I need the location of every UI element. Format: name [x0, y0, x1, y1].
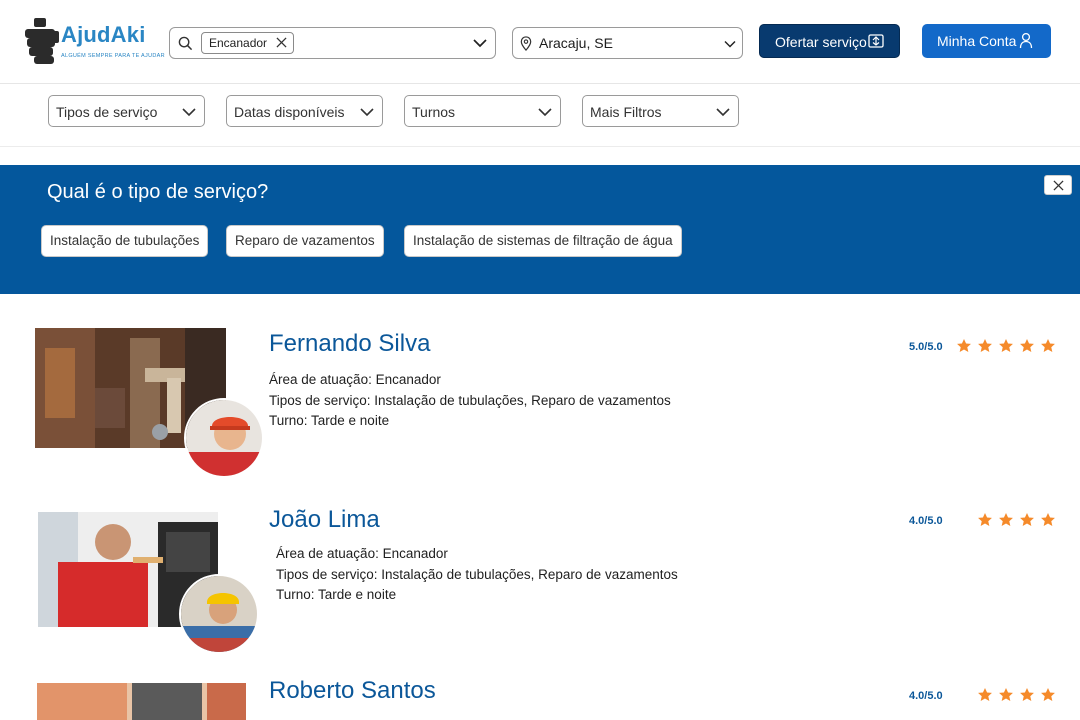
avatar — [184, 398, 264, 478]
star-icon — [999, 339, 1013, 352]
search-chip[interactable]: Encanador — [201, 32, 295, 54]
logo[interactable]: AjudAki ALGUÉM SEMPRE PARA TE AJUDAR — [24, 17, 165, 65]
provider-info: Área de atuação: Encanador Tipos de serv… — [269, 370, 671, 432]
star-icon — [978, 513, 992, 526]
service-photo — [37, 683, 246, 720]
provider-area: Área de atuação: Encanador — [269, 372, 441, 387]
rating-score: 4.0/5.0 — [909, 690, 943, 702]
search-icon — [178, 36, 193, 51]
offer-service-button[interactable]: Ofertar serviço — [759, 24, 900, 58]
filter-available-dates[interactable]: Datas disponíveis — [226, 95, 383, 127]
logo-hand-icon — [25, 18, 59, 64]
filter-label: Tipos de serviço — [56, 104, 158, 120]
rating-stars — [977, 687, 1056, 703]
result-card[interactable]: João Lima Área de atuação: Encanador Tip… — [0, 474, 1080, 654]
provider-shift: Turno: Tarde e noite — [269, 413, 390, 428]
star-icon — [1041, 513, 1055, 526]
banner-close-button[interactable] — [1044, 175, 1072, 195]
provider-name[interactable]: João Lima — [269, 506, 380, 534]
service-option[interactable]: Reparo de vazamentos — [226, 225, 384, 257]
star-icon — [957, 339, 971, 352]
filter-shifts[interactable]: Turnos — [404, 95, 561, 127]
chevron-down-icon[interactable] — [473, 37, 487, 49]
close-icon — [1053, 180, 1064, 191]
my-account-button[interactable]: Minha Conta — [922, 24, 1051, 58]
chevron-down-icon — [360, 108, 374, 117]
result-card[interactable]: Roberto Santos 4.0/5.0 — [0, 650, 1080, 720]
rating-stars — [977, 512, 1056, 528]
star-icon — [978, 688, 992, 701]
star-icon — [1041, 339, 1055, 352]
rating-score: 4.0/5.0 — [909, 515, 943, 527]
service-option[interactable]: Instalação de tubulações — [41, 225, 209, 257]
filter-label: Datas disponíveis — [234, 104, 345, 120]
filter-label: Mais Filtros — [590, 104, 662, 120]
top-header: AjudAki ALGUÉM SEMPRE PARA TE AJUDAR Enc… — [0, 0, 1080, 84]
provider-services: Tipos de serviço: Instalação de tubulaçõ… — [269, 392, 671, 408]
star-icon — [1020, 339, 1034, 352]
filter-label: Turnos — [412, 104, 456, 120]
filter-bar: Tipos de serviço Datas disponíveis Turno… — [0, 84, 1080, 147]
offer-service-label: Ofertar serviço — [775, 34, 867, 50]
star-icon — [1020, 513, 1034, 526]
service-type-banner: Qual é o tipo de serviço? Instalação de … — [0, 165, 1080, 294]
star-icon — [978, 339, 992, 352]
provider-info: Área de atuação: Encanador Tipos de serv… — [276, 544, 678, 606]
logo-name: AjudAki — [61, 22, 146, 47]
logo-tagline: ALGUÉM SEMPRE PARA TE AJUDAR — [61, 53, 165, 59]
location-select[interactable]: Aracaju, SE — [512, 27, 743, 59]
rating-score: 5.0/5.0 — [909, 341, 943, 353]
star-icon — [999, 513, 1013, 526]
offer-icon — [868, 34, 884, 48]
my-account-label: Minha Conta — [937, 33, 1017, 49]
location-value: Aracaju, SE — [539, 35, 613, 51]
star-icon — [1020, 688, 1034, 701]
chevron-down-icon — [538, 108, 552, 117]
chevron-down-icon — [724, 40, 736, 48]
search-chip-label: Encanador — [209, 36, 268, 50]
filter-service-types[interactable]: Tipos de serviço — [48, 95, 205, 127]
provider-name[interactable]: Fernando Silva — [269, 330, 430, 358]
location-pin-icon — [520, 36, 532, 51]
result-card[interactable]: Fernando Silva Área de atuação: Encanado… — [0, 294, 1080, 478]
chevron-down-icon — [182, 108, 196, 117]
chevron-down-icon — [716, 108, 730, 117]
provider-area: Área de atuação: Encanador — [276, 546, 448, 561]
user-icon — [1019, 32, 1033, 49]
search-input[interactable]: Encanador — [169, 27, 496, 59]
banner-title: Qual é o tipo de serviço? — [47, 181, 269, 203]
avatar — [179, 574, 259, 654]
rating-stars — [956, 338, 1056, 354]
provider-name[interactable]: Roberto Santos — [269, 677, 436, 705]
star-icon — [1041, 688, 1055, 701]
provider-services: Tipos de serviço: Instalação de tubulaçõ… — [276, 566, 678, 582]
star-icon — [999, 688, 1013, 701]
provider-shift: Turno: Tarde e noite — [276, 587, 397, 602]
service-option[interactable]: Instalação de sistemas de filtração de á… — [404, 225, 682, 257]
close-icon[interactable] — [276, 37, 287, 48]
filter-more[interactable]: Mais Filtros — [582, 95, 739, 127]
